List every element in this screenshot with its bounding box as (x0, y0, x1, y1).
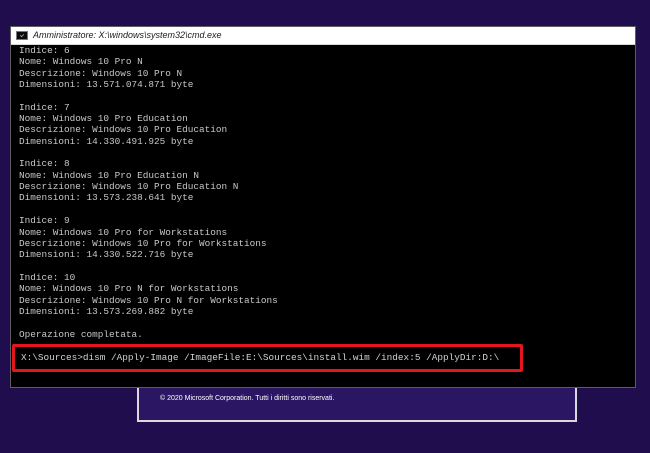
console-output[interactable]: Indice: 6 Nome: Windows 10 Pro N Descriz… (11, 45, 635, 388)
console-line: Operazione completata. (19, 328, 143, 340)
console-line: Indice: 7 (19, 101, 70, 113)
console-line: Dimensioni: 14.330.522.716 byte (19, 249, 194, 261)
command-highlight-box: X:\Sources>dism /Apply-Image /ImageFile:… (12, 344, 523, 372)
console-line: Nome: Windows 10 Pro N for Workstations (19, 283, 239, 295)
window-title: Amministratore: X:\windows\system32\cmd.… (33, 30, 222, 40)
command-line[interactable]: X:\Sources>dism /Apply-Image /ImageFile:… (21, 352, 499, 363)
console-line: Indice: 9 (19, 215, 70, 227)
console-line: Indice: 8 (19, 158, 70, 170)
console-line: Descrizione: Windows 10 Pro Education (19, 124, 228, 136)
console-line: Dimensioni: 13.573.238.641 byte (19, 192, 194, 204)
console-line: Dimensioni: 13.571.074.871 byte (19, 79, 194, 91)
console-line: Dimensioni: 14.330.491.925 byte (19, 135, 194, 147)
console-line: Descrizione: Windows 10 Pro N for Workst… (19, 294, 278, 306)
console-line: Descrizione: Windows 10 Pro for Workstat… (19, 237, 267, 249)
setup-copyright: © 2020 Microsoft Corporation. Tutti i di… (160, 395, 335, 402)
cmd-window[interactable]: Amministratore: X:\windows\system32\cmd.… (10, 26, 636, 388)
console-line: Indice: 10 (19, 271, 76, 283)
console-line: Nome: Windows 10 Pro Education N (19, 169, 200, 181)
console-line: Nome: Windows 10 Pro N (19, 56, 143, 68)
console-line: Descrizione: Windows 10 Pro Education N (19, 181, 239, 193)
console-line: Nome: Windows 10 Pro for Workstations (19, 226, 228, 238)
cmd-icon (16, 31, 28, 40)
console-line: Indice: 6 (19, 45, 70, 56)
console-line: Dimensioni: 13.573.269.882 byte (19, 305, 194, 317)
console-line: Descrizione: Windows 10 Pro N (19, 67, 183, 79)
title-bar[interactable]: Amministratore: X:\windows\system32\cmd.… (11, 27, 635, 45)
console-line: Nome: Windows 10 Pro Education (19, 113, 188, 125)
